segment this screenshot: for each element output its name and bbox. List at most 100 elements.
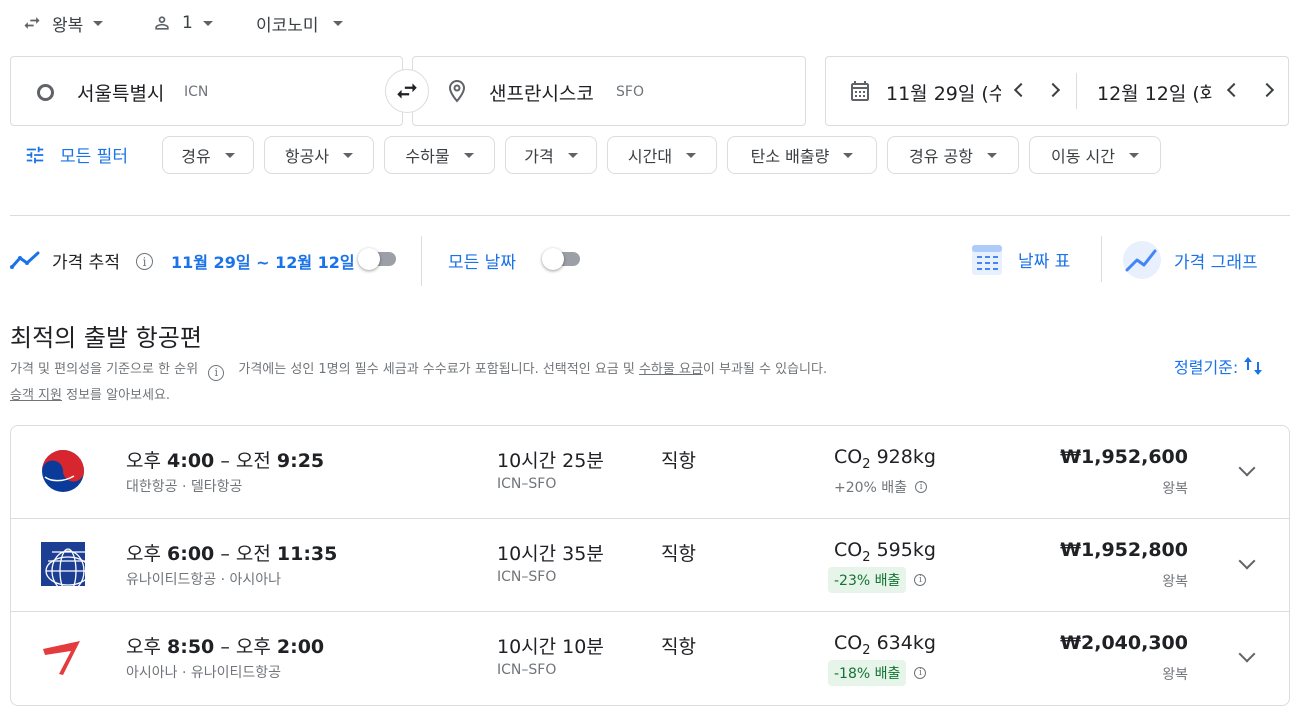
return-prev-icon[interactable] (1226, 82, 1242, 98)
flight-price: ₩1,952,800 (1060, 539, 1188, 561)
price-graph-icon (1123, 241, 1161, 279)
expand-chevron-icon[interactable] (1238, 645, 1256, 663)
date-grid-icon (972, 245, 1002, 275)
info-icon[interactable]: i (914, 667, 927, 679)
flight-times: 오후 8:50 – 오후 2:00 (126, 636, 325, 658)
origin-field[interactable]: 서울특별시 ICN (10, 56, 403, 126)
emission-info: -23% 배출 i (828, 567, 927, 593)
price-type: 왕복 (1162, 481, 1188, 497)
asiana-logo (43, 641, 80, 675)
date-field[interactable]: 11월 29일 (수 12월 12일 (화 (825, 56, 1289, 126)
emission-info: +20% 배출 i (834, 474, 928, 500)
trip-type-label: 왕복 (52, 15, 84, 36)
filter-label: 경유 공항 (909, 147, 973, 166)
results-subtext: 가격 및 편의성을 기준으로 한 순위 i 가격에는 성인 1명의 필수 세금과… (10, 357, 1090, 409)
tracking-date-range: 11월 29일 ~ 12월 12일 (171, 253, 355, 272)
chevron-down-icon (686, 152, 697, 158)
flight-route: ICN–SFO (497, 569, 557, 585)
passenger-count: 1 (182, 13, 193, 33)
baggage-fees-link[interactable]: 수하물 요금 (639, 362, 703, 377)
expand-chevron-icon[interactable] (1238, 459, 1256, 477)
price-tracking-label: 가격 추적 (52, 253, 120, 273)
filter-label: 시간대 (627, 147, 673, 166)
rank-text: 가격 및 편의성을 기준으로 한 순위 (10, 362, 199, 377)
passenger-assistance-link[interactable]: 승객 지원 (10, 388, 62, 403)
flight-row[interactable]: 오후 4:00 – 오전 9:25 대한항공 · 델타항공 10시간 25분 I… (11, 426, 1289, 518)
chevron-down-icon (843, 152, 854, 158)
emission-info: -18% 배출 i (828, 660, 927, 686)
all-filters-label: 모든 필터 (60, 147, 128, 167)
filter-emissions[interactable]: 탄소 배출량 (727, 136, 877, 174)
flight-price: ₩1,952,600 (1060, 446, 1188, 468)
chevron-down-icon (567, 152, 578, 158)
date-divider (1076, 73, 1077, 109)
flight-duration: 10시간 10분 (497, 636, 604, 658)
price-graph-button[interactable]: 가격 그래프 (1122, 240, 1258, 280)
cabin-select[interactable]: 이코노미 (256, 8, 343, 38)
chevron-down-icon (343, 152, 354, 158)
info-icon[interactable]: i (915, 481, 928, 493)
flight-row[interactable]: 오후 6:00 – 오전 11:35 유나이티드항공 · 아시아나 10시간 3… (11, 518, 1289, 610)
swap-locations-button[interactable] (385, 69, 429, 113)
chevron-down-icon (224, 152, 235, 158)
person-icon (155, 16, 169, 30)
sort-button[interactable]: 정렬기준: (1174, 354, 1264, 378)
korean-air-logo (42, 450, 84, 492)
filter-connecting-airports[interactable]: 경유 공항 (887, 136, 1019, 174)
airline-names: 아시아나 · 유나이티드항공 (126, 665, 282, 681)
divider (1101, 236, 1102, 282)
info-icon[interactable]: i (136, 253, 153, 270)
filter-price[interactable]: 가격 (505, 136, 597, 174)
sort-arrows-icon (1244, 357, 1263, 375)
origin-city: 서울특별시 (77, 83, 165, 105)
destination-city: 샌프란시스코 (489, 83, 594, 105)
any-dates-toggle[interactable] (542, 248, 580, 270)
co2-amount: CO2 928kg (834, 446, 936, 472)
info-icon[interactable]: i (208, 365, 225, 381)
flight-stops: 직항 (661, 636, 696, 658)
calendar-icon (851, 81, 869, 101)
notice-text-end: 이 부과될 수 있습니다. (702, 362, 828, 377)
chevron-down-icon (463, 152, 474, 158)
filter-label: 이동 시간 (1051, 147, 1115, 166)
filter-stops[interactable]: 경유 (162, 136, 254, 174)
assist-text: 정보를 알아보세요. (61, 388, 171, 403)
any-dates-label: 모든 날짜 (448, 253, 516, 273)
flight-row[interactable]: 오후 8:50 – 오후 2:00 아시아나 · 유나이티드항공 10시간 10… (11, 611, 1289, 705)
price-tracking-toggle[interactable] (358, 248, 396, 270)
destination-code: SFO (616, 84, 644, 100)
divider (421, 236, 422, 286)
price-graph-label: 가격 그래프 (1174, 252, 1258, 273)
depart-next-icon[interactable] (1045, 82, 1061, 98)
filter-baggage[interactable]: 수하물 (384, 136, 495, 174)
co2-amount: CO2 634kg (834, 632, 936, 658)
depart-prev-icon[interactable] (1013, 82, 1029, 98)
flight-stops: 직항 (661, 543, 696, 565)
passenger-select[interactable]: 1 (152, 8, 213, 38)
return-date[interactable]: 12월 12일 (화 (1097, 79, 1212, 106)
filter-label: 탄소 배출량 (750, 147, 830, 166)
date-grid-button[interactable]: 날짜 표 (970, 241, 1070, 277)
depart-date[interactable]: 11월 29일 (수 (886, 79, 1001, 106)
info-icon[interactable]: i (914, 574, 927, 586)
flight-duration: 10시간 25분 (497, 450, 604, 472)
filter-airlines[interactable]: 항공사 (264, 136, 374, 174)
return-next-icon[interactable] (1259, 82, 1275, 98)
flight-stops: 직항 (661, 450, 696, 472)
chevron-down-icon (93, 20, 104, 26)
chevron-down-icon (1128, 152, 1139, 158)
date-grid-label: 날짜 표 (1018, 251, 1071, 272)
all-filters-button[interactable]: 모든 필터 (24, 142, 128, 167)
results-heading: 최적의 출발 항공편 (10, 324, 202, 352)
origin-circle-icon (37, 84, 54, 101)
tune-icon (26, 146, 44, 163)
expand-chevron-icon[interactable] (1238, 552, 1256, 570)
filter-label: 수하물 (405, 147, 450, 166)
filter-duration[interactable]: 이동 시간 (1029, 136, 1161, 174)
filter-label: 가격 (524, 147, 554, 166)
location-pin-icon (448, 79, 466, 103)
filter-times[interactable]: 시간대 (607, 136, 717, 174)
trip-type-select[interactable]: 왕복 (22, 8, 104, 38)
emission-badge: +20% 배출 (834, 480, 908, 496)
destination-field[interactable]: 샌프란시스코 SFO (412, 56, 806, 126)
